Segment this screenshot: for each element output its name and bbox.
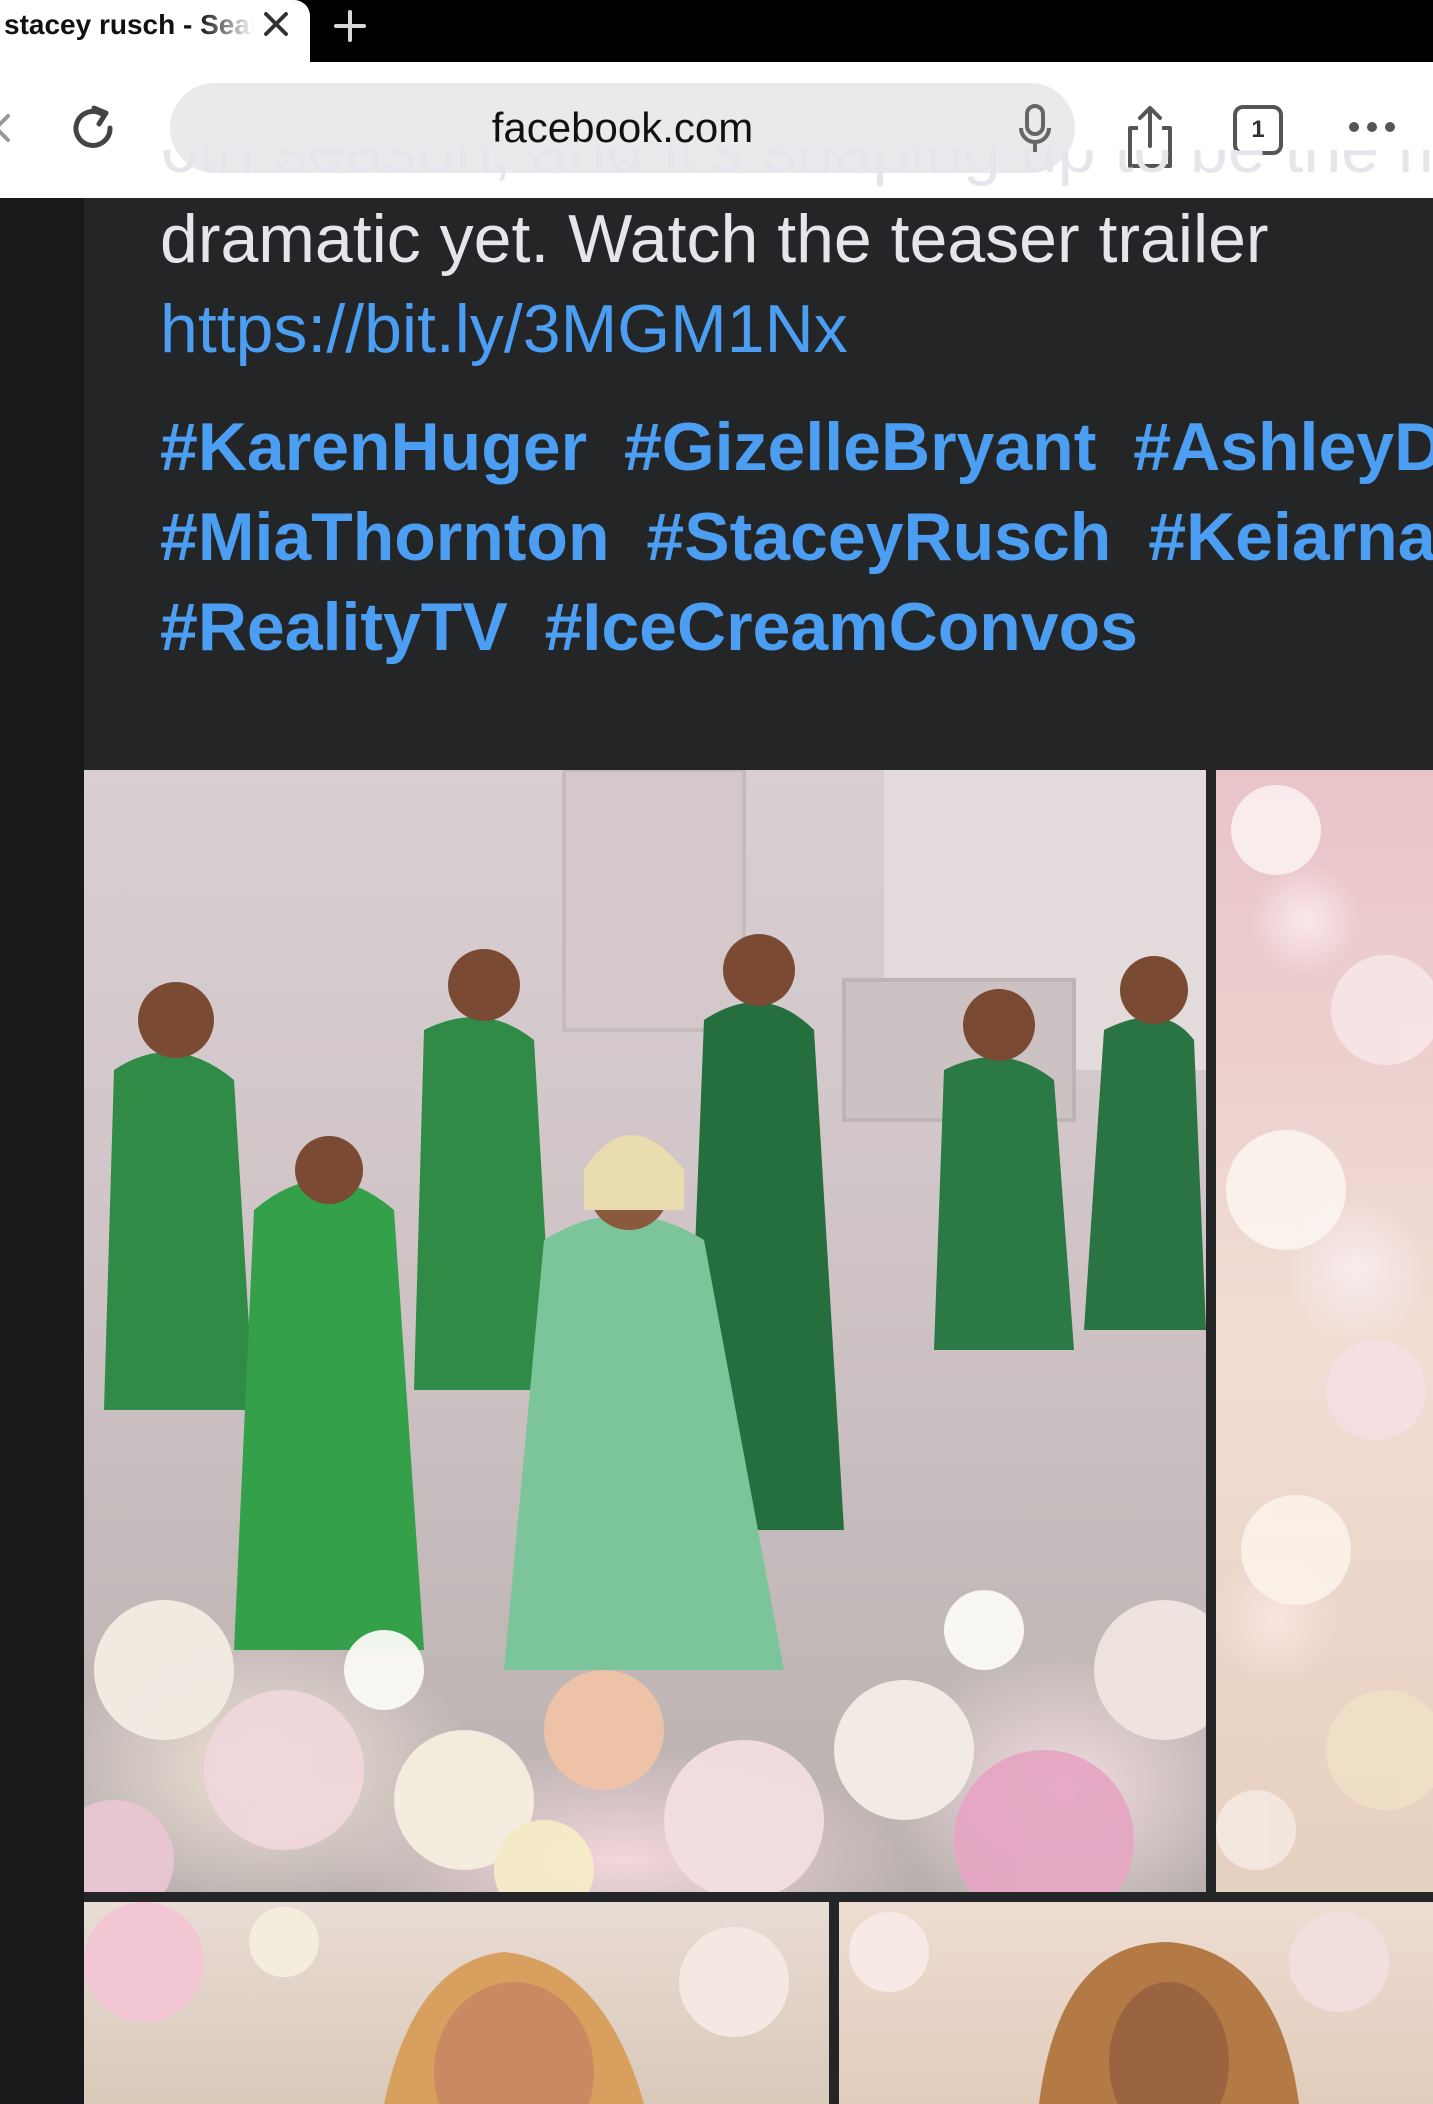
hashtag-row: #KarenHuger #GizelleBryant #AshleyDarby bbox=[160, 402, 1433, 492]
hashtag[interactable]: #Keiarna bbox=[1148, 499, 1433, 575]
hashtag-row: #RealityTV #IceCreamConvos bbox=[160, 582, 1433, 672]
back-icon[interactable] bbox=[0, 112, 18, 144]
tab-strip: stacey rusch - Search bbox=[0, 0, 1433, 62]
post-photo-main[interactable] bbox=[84, 770, 1206, 1892]
post-photo-bottom-right[interactable] bbox=[839, 1902, 1433, 2104]
hashtag[interactable]: #AshleyDarby bbox=[1133, 409, 1433, 485]
hashtag[interactable]: #MiaThornton bbox=[160, 499, 610, 575]
portrait-photo-illustration bbox=[84, 1902, 789, 2104]
hashtag[interactable]: #KarenHuger bbox=[160, 409, 587, 485]
post-text-line-clipped: 6th season, and it's shaping up to be th… bbox=[160, 150, 1433, 194]
tab-title: stacey rusch - Search bbox=[4, 9, 254, 40]
hashtag[interactable]: #GizelleBryant bbox=[624, 409, 1096, 485]
portrait-photo-illustration bbox=[849, 1912, 1389, 2104]
close-icon[interactable] bbox=[258, 6, 294, 42]
page-gutter bbox=[0, 198, 84, 2104]
tabs-icon[interactable]: 1 bbox=[1233, 105, 1283, 155]
flower-photo-illustration bbox=[1216, 785, 1433, 1870]
more-icon[interactable] bbox=[1342, 112, 1402, 142]
hashtag-row: #MiaThornton #StaceyRusch #Keiarna bbox=[160, 492, 1433, 582]
hashtag[interactable]: #StaceyRusch bbox=[646, 499, 1111, 575]
post-text-line: dramatic yet. Watch the teaser trailer bbox=[160, 201, 1269, 277]
group-photo-illustration bbox=[84, 770, 1206, 1892]
hashtag[interactable]: #RealityTV bbox=[160, 589, 508, 665]
post-body: 6th season, and it's shaping up to be th… bbox=[160, 150, 1433, 720]
post-photo-bottom-left[interactable] bbox=[84, 1902, 829, 2104]
hashtag-list: #KarenHuger #GizelleBryant #AshleyDarby … bbox=[160, 402, 1433, 672]
hashtag[interactable]: #IceCreamConvos bbox=[545, 589, 1138, 665]
post-photo-side[interactable] bbox=[1216, 770, 1433, 1892]
browser-tab[interactable]: stacey rusch - Search bbox=[0, 0, 310, 62]
reload-icon[interactable] bbox=[66, 102, 122, 158]
post-link[interactable]: https://bit.ly/3MGM1Nx bbox=[160, 284, 1433, 374]
plus-icon[interactable] bbox=[330, 6, 370, 46]
